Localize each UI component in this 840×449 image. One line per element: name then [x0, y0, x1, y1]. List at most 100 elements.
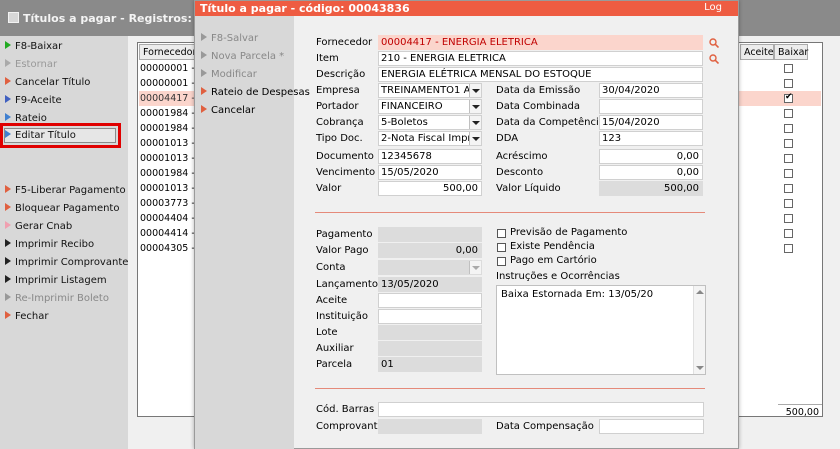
- vencimento-label: Vencimento: [316, 167, 376, 178]
- aceite-field[interactable]: [378, 293, 482, 308]
- menu-item-salvar[interactable]: F8-Salvar: [201, 31, 258, 47]
- data-combinada-field[interactable]: [599, 99, 703, 114]
- table-row[interactable]: 00004305 - IN: [140, 241, 198, 256]
- search-icon[interactable]: [709, 38, 719, 48]
- documento-field[interactable]: 12345678: [378, 149, 482, 164]
- pendencia-checkbox[interactable]: [497, 243, 506, 252]
- sidebar-item-imprimir-recibo[interactable]: Imprimir Recibo: [5, 237, 94, 253]
- cartorio-checkbox[interactable]: [497, 257, 506, 266]
- sidebar-item-gerar-cnab[interactable]: Gerar Cnab: [5, 219, 72, 235]
- table-row[interactable]: 00000001 - T: [140, 61, 198, 76]
- scrollbar[interactable]: [693, 286, 705, 374]
- pagamento-label: Pagamento: [316, 229, 373, 240]
- acrescimo-field[interactable]: 0,00: [599, 149, 703, 164]
- dda-field[interactable]: 123: [599, 131, 703, 146]
- tipodoc-label: Tipo Doc.: [316, 133, 363, 144]
- sidebar-item-fechar[interactable]: Fechar: [5, 309, 48, 325]
- baixar-checkbox[interactable]: [784, 109, 793, 118]
- baixar-checkbox[interactable]: [784, 229, 793, 238]
- conta-select[interactable]: [378, 260, 482, 275]
- sidebar-item-baixar[interactable]: F8-Baixar: [5, 39, 62, 55]
- desconto-field[interactable]: 0,00: [599, 165, 703, 180]
- menu-item-rateio-despesas[interactable]: Rateio de Despesas: [201, 85, 310, 101]
- dialog-menu: F8-Salvar Nova Parcela * Modificar Ratei…: [195, 16, 310, 449]
- table-row[interactable]: 00000001 - T: [140, 76, 198, 91]
- app-icon: [8, 12, 19, 23]
- baixar-checkbox[interactable]: [784, 169, 793, 178]
- previsao-checkbox[interactable]: [497, 229, 506, 238]
- table-row[interactable]: 00001984 - A: [140, 106, 198, 121]
- column-header-baixar[interactable]: Baixar: [774, 44, 808, 60]
- table-row[interactable]: 00001984 - A: [140, 166, 198, 181]
- instrucoes-textarea[interactable]: Baixa Estornada Em: 13/05/20: [496, 285, 706, 375]
- sidebar-item-imprimir-listagem[interactable]: Imprimir Listagem: [5, 273, 107, 289]
- chevron-down-icon[interactable]: [469, 261, 481, 274]
- table-row[interactable]: 00001013 - R: [140, 136, 198, 151]
- valor-field[interactable]: 500,00: [378, 181, 482, 196]
- previsao-label: Previsão de Pagamento: [510, 227, 628, 238]
- baixar-checkbox[interactable]: [784, 184, 793, 193]
- sidebar-item-cancelar-titulo[interactable]: Cancelar Título: [5, 75, 90, 91]
- table-row[interactable]: 00001013 - R: [140, 151, 198, 166]
- baixar-checkbox[interactable]: [784, 92, 793, 103]
- baixar-checkbox[interactable]: [784, 79, 793, 88]
- sidebar-item-aceite[interactable]: F9-Aceite: [5, 93, 62, 109]
- menu-item-cancelar[interactable]: Cancelar: [201, 103, 255, 119]
- sidebar-item-imprimir-comprovante[interactable]: Imprimir Comprovante: [5, 255, 128, 271]
- menu-item-nova-parcela[interactable]: Nova Parcela *: [201, 49, 284, 65]
- empresa-select[interactable]: TREINAMENTO1 APP: [378, 83, 482, 98]
- sidebar-item-bloquear-pagamento[interactable]: Bloquear Pagamento: [5, 201, 119, 217]
- cod-barras-field[interactable]: [378, 402, 704, 417]
- grid-total: 500,00: [778, 404, 822, 419]
- baixar-checkbox[interactable]: [784, 64, 793, 73]
- baixar-checkbox[interactable]: [784, 124, 793, 133]
- column-header-fornecedor[interactable]: Fornecedor: [139, 44, 197, 60]
- parcela-label: Parcela: [316, 359, 353, 370]
- tipodoc-select[interactable]: 2-Nota Fiscal Impressa: [378, 131, 482, 146]
- data-compensacao-field[interactable]: [599, 419, 704, 434]
- portador-select[interactable]: FINANCEIRO: [378, 99, 482, 114]
- sidebar-item-reimprimir-boleto[interactable]: Re-Imprimir Boleto: [5, 291, 109, 307]
- sidebar-item-liberar-pagamento[interactable]: F5-Liberar Pagamento: [5, 183, 126, 199]
- descricao-label: Descrição: [316, 69, 366, 80]
- baixar-checkbox[interactable]: [784, 199, 793, 208]
- chevron-down-icon[interactable]: [469, 116, 481, 129]
- descricao-field[interactable]: ENERGIA ELÉTRICA MENSAL DO ESTOQUE: [378, 67, 703, 82]
- dialog-title: Título a pagar - código: 00043836: [200, 2, 410, 15]
- chevron-down-icon[interactable]: [469, 84, 481, 97]
- sidebar-item-estornar[interactable]: Estornar: [5, 57, 57, 73]
- cartorio-label: Pago em Cartório: [510, 255, 597, 266]
- data-competencia-field[interactable]: 15/04/2020: [599, 115, 703, 130]
- fornecedor-field[interactable]: 00004417 - ENERGIA ELETRICA: [378, 35, 703, 50]
- dda-label: DDA: [496, 133, 519, 144]
- menu-item-modificar[interactable]: Modificar: [201, 67, 257, 83]
- column-header-aceite[interactable]: Aceite: [740, 44, 774, 60]
- cobranca-select[interactable]: 5-Boletos: [378, 115, 482, 130]
- baixar-checkbox[interactable]: [784, 214, 793, 223]
- portador-label: Portador: [316, 101, 359, 112]
- chevron-down-icon[interactable]: [696, 366, 704, 370]
- triangle-icon: [5, 41, 11, 49]
- data-emissao-field[interactable]: 30/04/2020: [599, 83, 703, 98]
- cobranca-label: Cobrança: [316, 117, 364, 128]
- item-field[interactable]: 210 - ENERGIA ELETRICA: [378, 51, 703, 66]
- table-row[interactable]: 00001013 - R: [140, 181, 198, 196]
- chevron-up-icon[interactable]: [696, 290, 704, 294]
- baixar-checkbox[interactable]: [784, 154, 793, 163]
- table-row[interactable]: 00004414 - G: [140, 226, 198, 241]
- table-row[interactable]: 00004404 - E: [140, 211, 198, 226]
- table-row-selected[interactable]: 00004417 - E: [140, 91, 198, 106]
- chevron-down-icon[interactable]: [469, 132, 481, 145]
- triangle-icon: [5, 203, 11, 211]
- instituicao-field[interactable]: [378, 309, 482, 324]
- table-row[interactable]: 00003773 - H: [140, 196, 198, 211]
- auxiliar-field: [378, 341, 482, 356]
- log-link[interactable]: Log: [704, 2, 722, 13]
- baixar-checkbox[interactable]: [784, 244, 793, 253]
- chevron-down-icon[interactable]: [469, 100, 481, 113]
- baixar-checkbox[interactable]: [784, 139, 793, 148]
- vencimento-field[interactable]: 15/05/2020: [378, 165, 482, 180]
- comprovante-field: [378, 419, 482, 434]
- table-row[interactable]: 00001984 - A: [140, 121, 198, 136]
- search-icon[interactable]: [709, 54, 719, 64]
